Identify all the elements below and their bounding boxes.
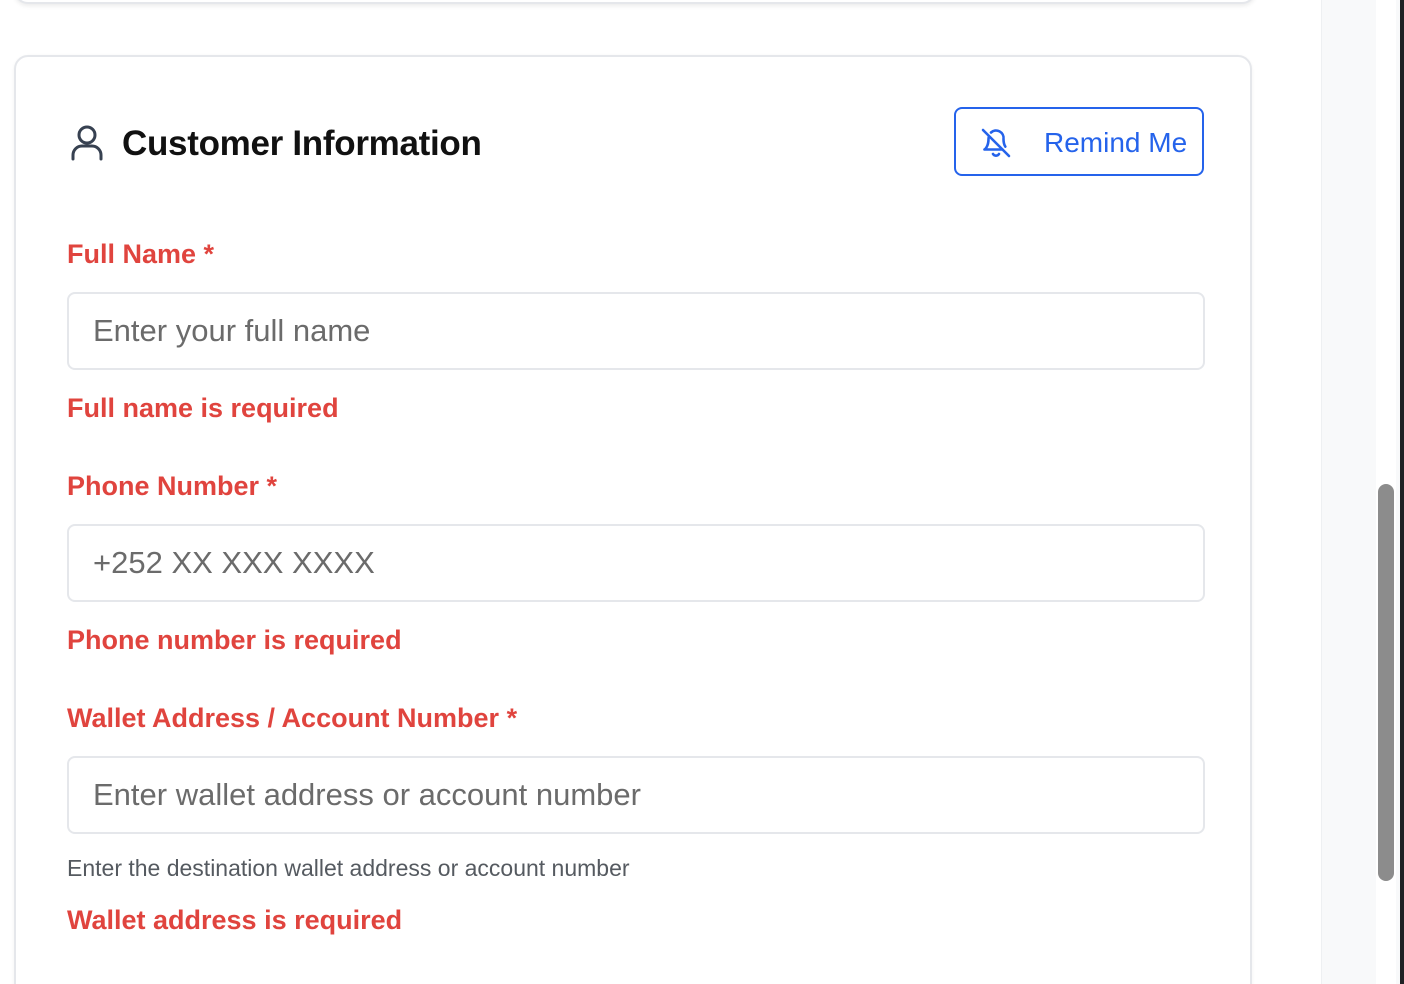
full-name-input[interactable] xyxy=(67,292,1205,370)
page: Customer Information Remind Me Full Name… xyxy=(0,0,1404,984)
remind-me-button[interactable]: Remind Me xyxy=(954,107,1204,176)
previous-card xyxy=(14,0,1256,4)
wallet-address-help: Enter the destination wallet address or … xyxy=(67,855,630,881)
wallet-address-error: Wallet address is required xyxy=(67,905,403,935)
full-name-error: Full name is required xyxy=(67,393,339,423)
wallet-address-input[interactable] xyxy=(67,756,1205,834)
card-title: Customer Information xyxy=(122,124,482,163)
full-name-label: Full Name * xyxy=(67,239,215,269)
phone-number-error: Phone number is required xyxy=(67,625,402,655)
customer-information-card: Customer Information Remind Me Full Name… xyxy=(14,55,1252,984)
wallet-address-label: Wallet Address / Account Number * xyxy=(67,703,518,733)
scrollbar-thumb[interactable] xyxy=(1378,484,1394,881)
bell-off-icon xyxy=(980,127,1012,159)
phone-number-input[interactable] xyxy=(67,524,1205,602)
remind-me-label: Remind Me xyxy=(1044,127,1188,158)
card-header: Customer Information Remind Me xyxy=(67,107,1207,179)
window-edge xyxy=(1400,0,1404,984)
phone-number-label: Phone Number * xyxy=(67,471,278,501)
user-icon xyxy=(70,125,104,161)
